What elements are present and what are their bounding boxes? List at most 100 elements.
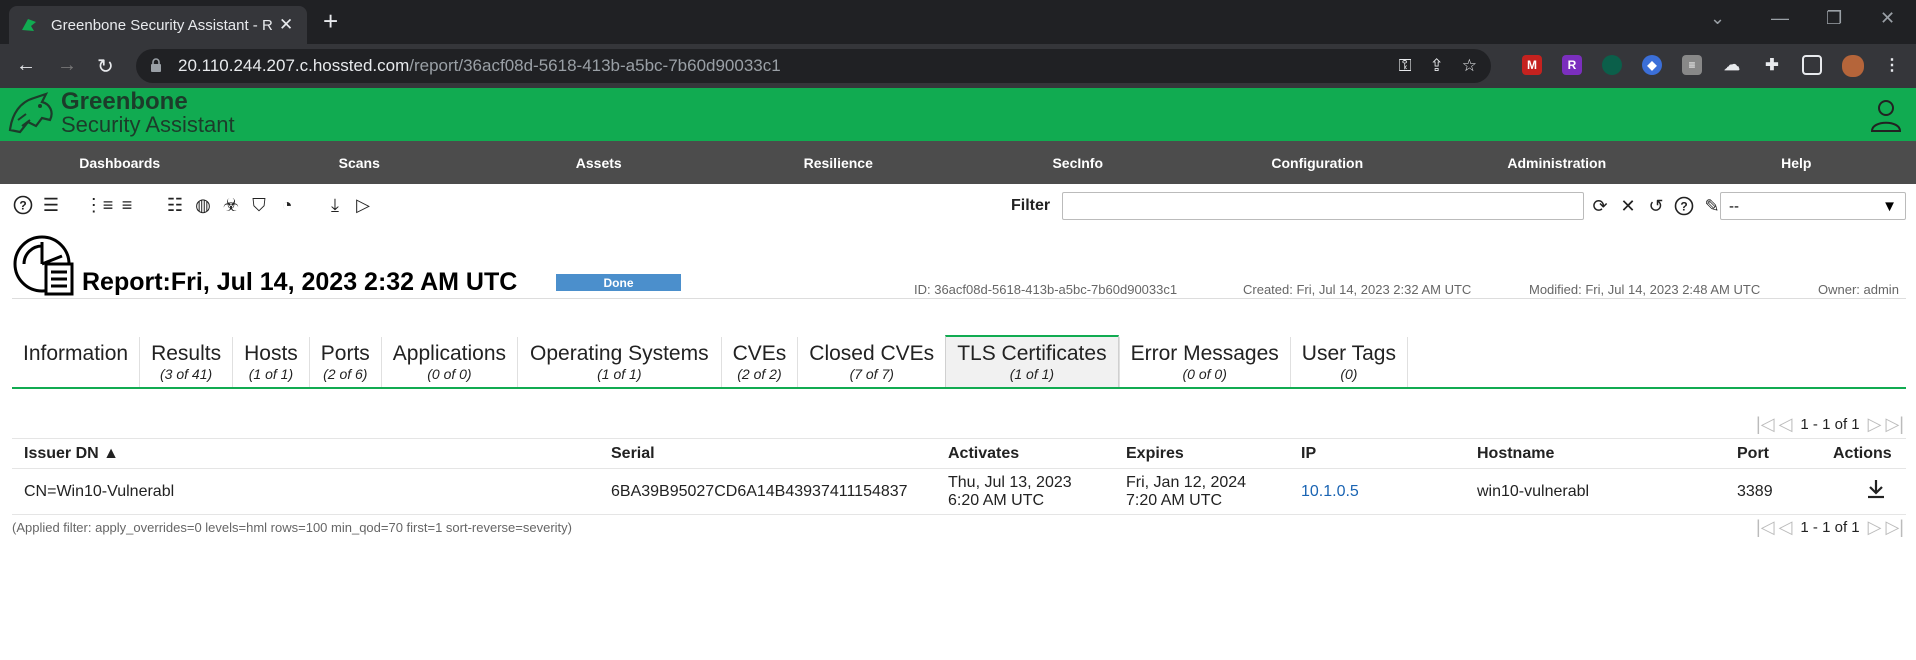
clear-filter-icon[interactable]: ✕ bbox=[1616, 194, 1640, 218]
tab-information[interactable]: Information bbox=[12, 337, 139, 387]
bookmark-star-icon[interactable]: ☆ bbox=[1462, 56, 1477, 76]
pagination-text: 1 - 1 of 1 bbox=[1800, 519, 1860, 536]
divider bbox=[12, 298, 1906, 299]
tab-search-icon[interactable]: ⌄ bbox=[1710, 8, 1725, 29]
extensions-puzzle-icon[interactable]: ✚ bbox=[1762, 55, 1782, 75]
browser-menu-icon[interactable]: ⋮ bbox=[1882, 55, 1902, 75]
close-tab-icon[interactable]: ✕ bbox=[279, 15, 293, 35]
greenbone-logo-icon[interactable] bbox=[6, 92, 56, 138]
col-issuer-dn[interactable]: Issuer DN ▲ bbox=[12, 438, 599, 469]
lock-icon[interactable] bbox=[150, 57, 172, 75]
applied-filter-text: (Applied filter: apply_overrides=0 level… bbox=[12, 520, 572, 535]
tls-certificates-table: Issuer DN ▲ Serial Activates Expires IP … bbox=[12, 438, 1906, 515]
reload-icon[interactable]: ↻ bbox=[97, 54, 114, 79]
pagination-top: |◁ ◁ 1 - 1 of 1 ▷ ▷| bbox=[1756, 414, 1904, 435]
tab-count: (2 of 6) bbox=[323, 366, 368, 382]
new-tab-icon[interactable]: + bbox=[323, 8, 338, 34]
back-icon[interactable]: ← bbox=[16, 54, 36, 77]
tab-closed-cves[interactable]: Closed CVEs (7 of 7) bbox=[797, 337, 945, 387]
browser-tab[interactable]: Greenbone Security Assistant - R ✕ bbox=[9, 6, 307, 44]
profile-avatar[interactable] bbox=[1842, 55, 1864, 77]
help-icon[interactable]: ? bbox=[12, 194, 34, 216]
cell-expires: Fri, Jan 12, 2024 7:20 AM UTC bbox=[1114, 468, 1289, 515]
nav-assets[interactable]: Assets bbox=[479, 141, 719, 184]
page-title: Report:Fri, Jul 14, 2023 2:32 AM UTC bbox=[82, 268, 518, 296]
report-list-icon[interactable]: ☰ bbox=[40, 194, 62, 216]
performance-icon[interactable]: ◔ bbox=[276, 194, 298, 216]
minimize-icon[interactable]: — bbox=[1771, 8, 1789, 29]
previous-page-icon[interactable]: ◁ bbox=[1779, 517, 1793, 538]
nav-scans[interactable]: Scans bbox=[240, 141, 480, 184]
nav-configuration[interactable]: Configuration bbox=[1198, 141, 1438, 184]
col-expires[interactable]: Expires bbox=[1114, 438, 1289, 469]
first-page-icon[interactable]: |◁ bbox=[1756, 517, 1775, 538]
col-hostname[interactable]: Hostname bbox=[1465, 438, 1725, 469]
tab-error-messages[interactable]: Error Messages (0 of 0) bbox=[1118, 337, 1290, 387]
green-extension-icon[interactable] bbox=[1602, 55, 1622, 75]
tab-count: (3 of 41) bbox=[160, 366, 213, 382]
last-page-icon[interactable]: ▷| bbox=[1885, 414, 1904, 435]
nav-secinfo[interactable]: SecInfo bbox=[958, 141, 1198, 184]
tab-applications[interactable]: Applications (0 of 0) bbox=[380, 337, 517, 387]
filter-input[interactable] bbox=[1062, 192, 1584, 220]
add-to-assets-icon[interactable]: ⋮≡ bbox=[85, 194, 114, 216]
col-port[interactable]: Port bbox=[1725, 438, 1821, 469]
forward-icon[interactable]: → bbox=[57, 54, 77, 77]
cloud-extension-icon[interactable]: ☁ bbox=[1722, 55, 1742, 75]
restore-icon[interactable]: ❐ bbox=[1826, 8, 1842, 29]
nav-dashboards[interactable]: Dashboards bbox=[0, 141, 240, 184]
nav-administration[interactable]: Administration bbox=[1437, 141, 1677, 184]
cell-activates: Thu, Jul 13, 2023 6:20 AM UTC bbox=[936, 468, 1114, 515]
user-menu-icon[interactable] bbox=[1870, 98, 1902, 132]
filter-select[interactable]: -- ▼ bbox=[1720, 192, 1906, 220]
tab-operating-systems[interactable]: Operating Systems (1 of 1) bbox=[517, 337, 721, 387]
vulnerabilities-icon[interactable]: ☣ bbox=[220, 194, 242, 216]
cell-port: 3389 bbox=[1725, 468, 1821, 515]
nav-resilience[interactable]: Resilience bbox=[719, 141, 959, 184]
col-ip[interactable]: IP bbox=[1289, 438, 1465, 469]
first-page-icon[interactable]: |◁ bbox=[1756, 414, 1775, 435]
window-close-icon[interactable]: ✕ bbox=[1880, 8, 1895, 29]
previous-page-icon[interactable]: ◁ bbox=[1779, 414, 1793, 435]
tls-certificates-icon[interactable]: ⛉ bbox=[248, 194, 270, 216]
next-page-icon[interactable]: ▷ bbox=[1868, 414, 1882, 435]
tab-label: Operating Systems bbox=[530, 342, 709, 365]
col-activates[interactable]: Activates bbox=[936, 438, 1114, 469]
tab-hosts[interactable]: Hosts (1 of 1) bbox=[232, 337, 309, 387]
nav-help[interactable]: Help bbox=[1677, 141, 1916, 184]
key-icon[interactable]: ⚿ bbox=[1399, 56, 1412, 76]
reset-filter-icon[interactable]: ↺ bbox=[1644, 194, 1668, 218]
shield-extension-icon[interactable]: ◆ bbox=[1642, 55, 1662, 75]
col-serial[interactable]: Serial bbox=[599, 438, 936, 469]
ip-link[interactable]: 10.1.0.5 bbox=[1301, 483, 1359, 500]
trigger-alert-icon[interactable]: ▷ bbox=[352, 194, 374, 216]
tab-user-tags[interactable]: User Tags (0) bbox=[1289, 337, 1408, 387]
table-row: CN=Win10-Vulnerabl 6BA39B95027CD6A14B439… bbox=[12, 468, 1906, 515]
download-certificate-icon[interactable] bbox=[1865, 478, 1887, 505]
tab-tls-certificates[interactable]: TLS Certificates (1 of 1) bbox=[945, 335, 1119, 387]
tab-label: User Tags bbox=[1301, 342, 1396, 365]
refresh-filter-icon[interactable]: ⟳ bbox=[1588, 194, 1612, 218]
download-icon[interactable]: ⤓ bbox=[324, 194, 346, 216]
gmail-extension-icon[interactable]: M bbox=[1522, 55, 1542, 75]
filter-help-icon[interactable]: ? bbox=[1672, 194, 1696, 218]
gray-extension-icon[interactable]: ≡ bbox=[1682, 55, 1702, 75]
next-page-icon[interactable]: ▷ bbox=[1868, 517, 1882, 538]
results-icon[interactable]: ◍ bbox=[192, 194, 214, 216]
report-section-tabs: Information Results (3 of 41) Hosts (1 o… bbox=[12, 335, 1906, 389]
side-panel-icon[interactable] bbox=[1802, 55, 1822, 75]
address-bar[interactable]: 20.110.244.207.c.hossted.com/report/36ac… bbox=[136, 49, 1491, 83]
tab-results[interactable]: Results (3 of 41) bbox=[139, 337, 232, 387]
cell-serial: 6BA39B95027CD6A14B43937411154837 bbox=[599, 468, 936, 515]
gsa-header: Greenbone Security Assistant bbox=[0, 88, 1916, 141]
tab-cves[interactable]: CVEs (2 of 2) bbox=[720, 337, 798, 387]
r-extension-icon[interactable]: R bbox=[1562, 55, 1582, 75]
share-icon[interactable]: ⇪ bbox=[1430, 56, 1444, 76]
tab-ports[interactable]: Ports (2 of 6) bbox=[308, 337, 381, 387]
task-details-icon[interactable]: ☷ bbox=[164, 194, 186, 216]
report-heading: Report:Fri, Jul 14, 2023 2:32 AM UTC Don… bbox=[0, 232, 1916, 302]
tab-count: (0) bbox=[1340, 366, 1358, 382]
last-page-icon[interactable]: ▷| bbox=[1885, 517, 1904, 538]
remove-from-assets-icon[interactable]: ≡ bbox=[116, 194, 138, 216]
app-name-line1: Greenbone bbox=[61, 88, 188, 115]
